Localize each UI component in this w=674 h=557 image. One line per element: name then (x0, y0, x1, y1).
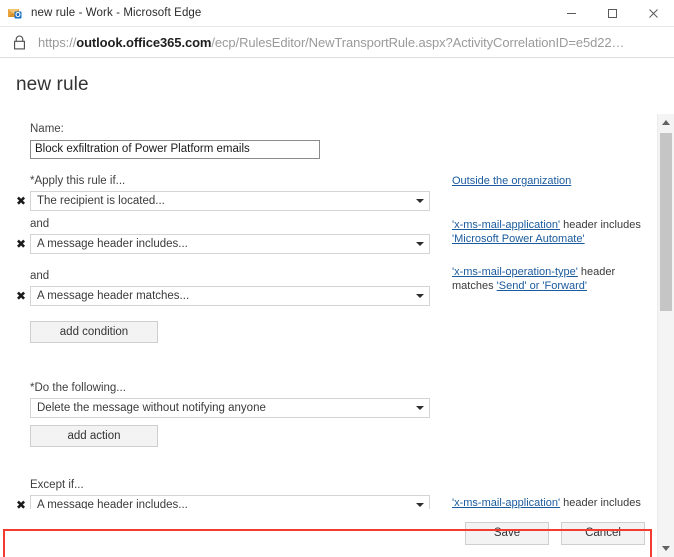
exception-link-header[interactable]: 'x-ms-mail-application' (452, 497, 560, 509)
actions-section: *Do the following... Delete the message … (0, 381, 645, 447)
name-label: Name: (30, 123, 64, 135)
browser-window: O new rule - Work - Microsoft Edge https… (0, 0, 674, 557)
add-condition-button[interactable]: add condition (30, 321, 158, 343)
action-select-value: Delete the message without notifying any… (37, 402, 266, 414)
vertical-scrollbar[interactable] (657, 114, 674, 557)
action-row: Delete the message without notifying any… (0, 398, 645, 418)
condition-select-value: The recipient is located... (37, 195, 165, 207)
add-action-button[interactable]: add action (30, 425, 158, 447)
lock-icon (9, 32, 29, 52)
condition-2-link-value[interactable]: 'Microsoft Power Automate' (452, 233, 585, 245)
scrollbar-thumb[interactable] (660, 133, 672, 311)
page-content: new rule Name: *Apply this rule if... ✖ … (0, 58, 674, 557)
condition-2-text: header includes (560, 219, 641, 231)
url-text[interactable]: https://outlook.office365.com/ecp/RulesE… (38, 35, 624, 50)
condition-select[interactable]: A message header matches... (30, 286, 430, 306)
remove-condition-icon[interactable]: ✖ (12, 191, 30, 212)
action-select[interactable]: Delete the message without notifying any… (30, 398, 430, 418)
name-field-group: Name: (30, 122, 320, 159)
minimize-button[interactable] (551, 1, 592, 26)
close-button[interactable] (633, 1, 674, 26)
condition-3-link-header[interactable]: 'x-ms-mail-operation-type' (452, 266, 578, 278)
condition-select-value: A message header matches... (37, 290, 190, 302)
chevron-down-icon (411, 294, 429, 298)
address-bar[interactable]: https://outlook.office365.com/ecp/RulesE… (0, 27, 674, 58)
cancel-button[interactable]: Cancel (561, 521, 645, 545)
url-host: outlook.office365.com (76, 34, 212, 50)
scroll-up-button[interactable] (658, 114, 674, 131)
chevron-down-icon (411, 406, 429, 410)
outlook-mail-icon: O (7, 5, 23, 21)
do-following-label: *Do the following... (30, 382, 126, 394)
condition-1-detail: Outside the organization (452, 174, 644, 188)
window-title: new rule - Work - Microsoft Edge (31, 7, 202, 19)
condition-3-text: header (577, 266, 616, 278)
condition-3-link-value[interactable]: 'Send' or 'Forward' (497, 280, 587, 292)
scroll-region: Name: *Apply this rule if... ✖ The recip… (0, 114, 674, 557)
chevron-down-icon (411, 199, 429, 203)
remove-condition-icon[interactable]: ✖ (12, 286, 30, 307)
dialog-footer: Save Cancel (0, 509, 674, 557)
url-scheme: https:// (38, 34, 77, 50)
condition-select[interactable]: The recipient is located... (30, 191, 430, 211)
rule-form: Name: *Apply this rule if... ✖ The recip… (0, 114, 647, 557)
condition-select-value: A message header includes... (37, 238, 188, 250)
maximize-button[interactable] (592, 1, 633, 26)
chevron-down-icon (411, 503, 429, 507)
remove-condition-icon[interactable]: ✖ (12, 234, 30, 255)
title-bar: O new rule - Work - Microsoft Edge (0, 0, 674, 27)
chevron-down-icon (411, 242, 429, 246)
svg-text:O: O (15, 12, 21, 19)
condition-2-link-header[interactable]: 'x-ms-mail-application' (452, 219, 560, 231)
condition-1-link[interactable]: Outside the organization (452, 175, 571, 187)
name-input[interactable] (30, 139, 320, 159)
url-path: /ecp/RulesEditor/NewTransportRule.aspx?A… (211, 34, 625, 50)
exception-text: header includes (560, 497, 641, 509)
condition-select[interactable]: A message header includes... (30, 234, 430, 254)
except-if-label: Except if... (30, 479, 84, 491)
page-title: new rule (16, 74, 89, 95)
condition-3-matches-text: matches (452, 280, 497, 292)
condition-2-detail: 'x-ms-mail-application' header includes … (452, 218, 644, 246)
save-button[interactable]: Save (465, 521, 549, 545)
condition-row: ✖ The recipient is located... (0, 191, 645, 212)
conditions-section: *Apply this rule if... ✖ The recipient i… (0, 174, 645, 343)
scroll-down-button[interactable] (658, 540, 674, 557)
condition-3-detail: 'x-ms-mail-operation-type' header matche… (452, 265, 644, 293)
